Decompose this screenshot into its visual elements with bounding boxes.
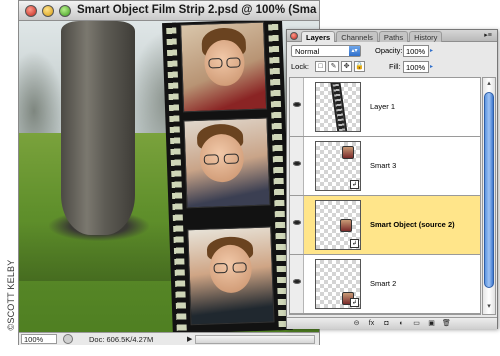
scroll-down-icon[interactable]: ▾	[484, 302, 494, 312]
lock-all-icon[interactable]: 🔒	[354, 61, 365, 72]
palette-bottom-toolbar: ⊝ fx ◘ ◐ ▭ ▣ 🗑	[287, 317, 497, 329]
document-title: Smart Object Film Strip 2.psd @ 100% (Sm…	[77, 4, 317, 16]
document-status-bar: 100% Doc: 606.5K/4.27M ▶	[19, 332, 319, 345]
glasses-left-lens	[208, 58, 223, 69]
eye-icon	[293, 161, 301, 166]
layer-name[interactable]: Smart 3	[370, 161, 396, 170]
tab-history[interactable]: History	[409, 31, 443, 42]
screenshot-stage: { "credit": { "text": "©SCOTT KELBY" }, …	[0, 0, 500, 356]
palette-title-bar[interactable]: Layers Channels Paths History ▸≡	[287, 30, 497, 42]
visibility-toggle[interactable]	[290, 255, 304, 313]
eye-icon	[293, 220, 301, 225]
glasses-right-lens	[223, 153, 239, 165]
minimize-window-button[interactable]	[42, 5, 54, 17]
link-cell[interactable]	[305, 196, 313, 254]
layer-name[interactable]: Layer 1	[370, 102, 395, 111]
film-frame-photo-1	[180, 21, 268, 113]
horizontal-scrollbar[interactable]	[195, 335, 315, 344]
layer-mask-icon[interactable]: ◘	[381, 319, 392, 328]
layer-row-layer-1[interactable]: Layer 1	[290, 78, 480, 137]
smart-object-badge-icon: ↲	[350, 180, 359, 189]
link-cell[interactable]	[305, 255, 313, 313]
status-menu-arrow-icon[interactable]: ▶	[187, 335, 192, 343]
link-cell[interactable]	[305, 137, 313, 195]
layer-row-smart-2[interactable]: ↲ Smart 2	[290, 255, 480, 314]
close-window-button[interactable]	[25, 5, 37, 17]
fill-field[interactable]: 100%	[403, 61, 429, 73]
glasses-right-lens	[232, 262, 247, 273]
glasses-left-lens	[203, 154, 219, 165]
fill-slider-arrow-icon[interactable]: ▸	[430, 61, 438, 73]
tab-channels[interactable]: Channels	[336, 31, 378, 42]
scrollbar-thumb[interactable]	[484, 92, 494, 288]
link-layers-icon[interactable]: ⊝	[351, 319, 362, 328]
tab-layers[interactable]: Layers	[301, 31, 336, 42]
palette-tabs: Layers Channels Paths History	[301, 31, 443, 42]
film-frame-photo-2	[183, 117, 271, 209]
film-strip-thumbnail	[330, 83, 348, 131]
photo-thumbnail	[340, 219, 352, 232]
visibility-toggle[interactable]	[290, 196, 304, 254]
select-arrows-icon: ▴▾	[349, 46, 360, 56]
image-canvas[interactable]	[19, 21, 319, 332]
new-group-icon[interactable]: ▭	[411, 319, 422, 328]
trash-icon[interactable]: 🗑	[441, 319, 452, 328]
layer-thumbnail: ↲	[315, 141, 361, 191]
glasses-left-lens	[213, 262, 228, 274]
blend-options-row: Normal ▴▾ Opacity: 100% ▸	[291, 45, 495, 59]
adjustment-layer-icon[interactable]: ◐	[396, 319, 407, 328]
film-frame-photo-3	[187, 226, 275, 326]
tab-paths[interactable]: Paths	[378, 31, 409, 42]
zoom-window-button[interactable]	[59, 5, 71, 17]
blend-mode-value: Normal	[295, 47, 320, 56]
layers-palette: Layers Channels Paths History ▸≡ Normal …	[286, 29, 498, 329]
link-cell[interactable]	[305, 78, 313, 136]
blend-mode-select[interactable]: Normal ▴▾	[291, 45, 361, 57]
layer-style-icon[interactable]: fx	[366, 319, 377, 328]
photo-credit: ©SCOTT KELBY	[6, 259, 16, 331]
film-strip	[162, 21, 293, 332]
palette-close-button[interactable]	[290, 32, 298, 40]
layer-row-smart-3[interactable]: ↲ Smart 3	[290, 137, 480, 196]
visibility-toggle[interactable]	[290, 137, 304, 195]
lock-position-icon[interactable]: ✥	[341, 61, 352, 72]
opacity-label: Opacity:	[375, 46, 403, 55]
document-window: Smart Object Film Strip 2.psd @ 100% (Sm…	[18, 0, 320, 345]
layer-row-smart-object-source-2[interactable]: ↲ Smart Object (source 2)	[290, 196, 480, 255]
tree-trunk	[61, 21, 135, 235]
layer-thumbnail: ↲	[315, 200, 361, 250]
visibility-toggle[interactable]	[290, 78, 304, 136]
fill-label: Fill:	[389, 62, 401, 71]
document-size: Doc: 606.5K/4.27M	[89, 335, 154, 344]
glasses-right-lens	[226, 57, 241, 68]
lock-label: Lock:	[291, 62, 309, 71]
lock-transparency-icon[interactable]: □	[315, 61, 326, 72]
scroll-up-icon[interactable]: ▴	[484, 79, 494, 89]
zoom-level-field[interactable]: 100%	[21, 334, 57, 344]
opacity-slider-arrow-icon[interactable]: ▸	[430, 45, 438, 57]
palette-menu-icon[interactable]: ▸≡	[482, 31, 494, 41]
smart-object-badge-icon: ↲	[350, 298, 359, 307]
lock-options-row: Lock: □ ✎ ✥ 🔒 Fill: 100% ▸	[291, 61, 495, 75]
layer-name[interactable]: Smart 2	[370, 279, 396, 288]
layer-name[interactable]: Smart Object (source 2)	[370, 220, 455, 229]
layer-thumbnail: ↲	[315, 259, 361, 309]
eye-icon	[293, 102, 301, 107]
new-layer-icon[interactable]: ▣	[426, 319, 437, 328]
opacity-field[interactable]: 100%	[403, 45, 429, 57]
eye-icon	[293, 279, 301, 284]
smart-object-badge-icon: ↲	[350, 239, 359, 248]
document-title-bar[interactable]: Smart Object Film Strip 2.psd @ 100% (Sm…	[19, 1, 319, 21]
layers-list: Layer 1 ↲ Smart 3 ↲ Smart Object (source	[289, 77, 481, 315]
lock-image-pixels-icon[interactable]: ✎	[328, 61, 339, 72]
layer-thumbnail	[315, 82, 361, 132]
status-info-icon[interactable]	[63, 334, 73, 344]
layers-vertical-scrollbar[interactable]: ▴ ▾	[482, 77, 496, 315]
photo-thumbnail	[342, 146, 354, 159]
